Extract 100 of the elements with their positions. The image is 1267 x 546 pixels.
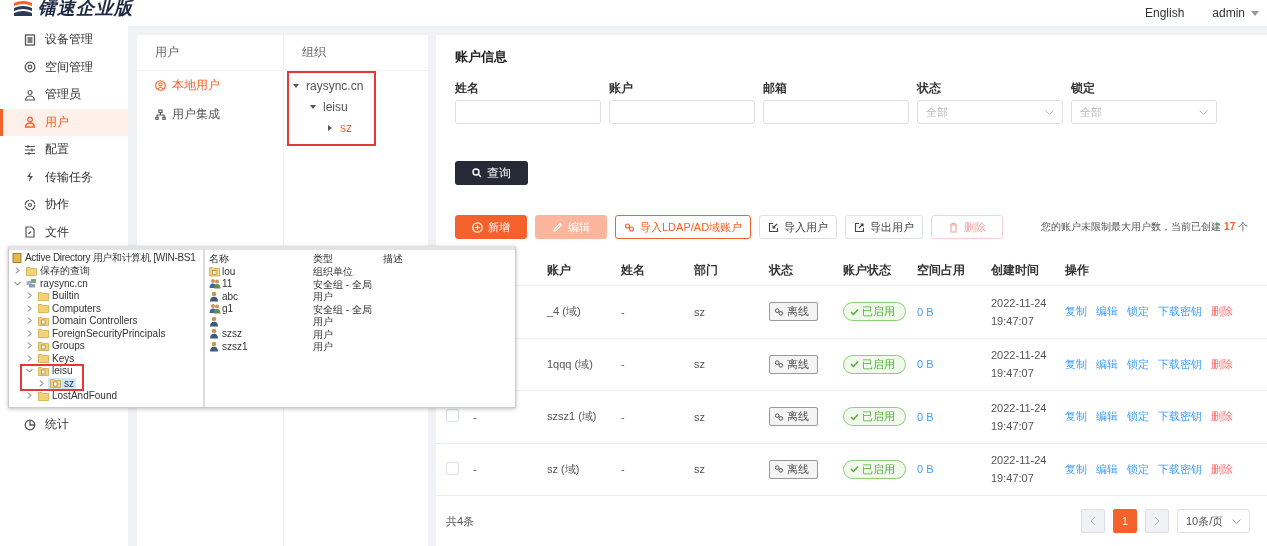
directory-entry[interactable]: 11 — [209, 278, 233, 290]
directory-entry[interactable]: lou — [209, 265, 236, 277]
page-size-select[interactable]: 10条/页 — [1177, 509, 1250, 533]
toolbar-button[interactable]: 导出用户 — [845, 215, 924, 239]
tree-node[interactable]: Keys — [36, 352, 77, 364]
tree-node[interactable]: raysync.cn — [24, 277, 90, 289]
folder-icon — [38, 328, 49, 339]
sidebar-item[interactable]: 文件 — [0, 218, 128, 246]
total-count: 共4条 — [446, 513, 475, 529]
folder-icon — [38, 290, 49, 301]
pie-chart-icon — [24, 418, 36, 431]
column-header: 描述 — [383, 252, 404, 266]
menu-item-icon — [24, 143, 36, 156]
tree-node[interactable]: leisu — [323, 99, 348, 114]
input-field[interactable] — [763, 100, 909, 124]
sidebar-item[interactable]: 空间管理 — [0, 53, 128, 81]
caret-icon[interactable] — [310, 103, 316, 110]
table-cell: - — [473, 410, 477, 423]
expand-icon[interactable] — [26, 354, 33, 362]
status-tag: 离线 — [769, 459, 818, 479]
row-checkbox[interactable] — [446, 409, 459, 423]
chevron-left-icon — [1090, 516, 1096, 526]
chevron-down-icon — [1045, 109, 1054, 115]
panel-title: 用户 — [155, 44, 179, 61]
status-tag: 离线 — [769, 407, 818, 427]
folder-icon — [26, 265, 37, 276]
entry-type: 用户 — [313, 291, 333, 303]
created-time: 2022-11-24 19:47:07 — [991, 296, 1047, 327]
expand-icon[interactable] — [38, 379, 45, 387]
table-cell: - — [621, 358, 625, 371]
user-icon — [209, 328, 221, 340]
user-icon — [209, 315, 221, 327]
sidebar-item[interactable]: 管理员 — [0, 81, 128, 109]
directory-entry[interactable]: abc — [209, 290, 239, 302]
tree-node[interactable]: LostAndFound — [36, 390, 120, 402]
sidebar-item[interactable]: 配置 — [0, 136, 128, 164]
caret-icon[interactable] — [293, 82, 299, 89]
sidebar-item[interactable]: 协作 — [0, 191, 128, 219]
tree-node[interactable]: 保存的查询 — [24, 263, 92, 278]
directory-entry[interactable]: szsz1 — [209, 340, 248, 352]
expand-icon[interactable] — [26, 367, 33, 375]
column-header: 账户 — [547, 261, 572, 279]
menu-item-icon — [24, 198, 36, 211]
row-checkbox[interactable] — [446, 461, 459, 475]
expand-icon[interactable] — [26, 342, 33, 350]
directory-entry[interactable] — [209, 315, 221, 327]
toolbar-button[interactable]: 导入用户 — [759, 215, 838, 239]
tree-node[interactable]: leisu — [36, 365, 75, 377]
tree-node[interactable]: ForeignSecurityPrincipals — [36, 327, 168, 339]
sidebar-item[interactable]: 统计 — [0, 411, 128, 439]
chevron-down-icon — [1232, 518, 1241, 524]
tree-node[interactable]: Domain Controllers — [36, 315, 140, 327]
expand-icon[interactable] — [26, 392, 33, 400]
user-source-item[interactable]: 用户集成 — [137, 100, 283, 129]
department-cell: sz — [694, 410, 705, 423]
caret-icon[interactable] — [327, 124, 333, 131]
trash-icon — [948, 221, 960, 233]
folder-icon — [38, 365, 49, 376]
sidebar-item[interactable]: 设备管理 — [0, 26, 128, 54]
expand-icon[interactable] — [26, 317, 33, 325]
search-button[interactable]: 查询 — [455, 161, 528, 185]
caret-icon — [1251, 10, 1259, 16]
check-icon — [850, 307, 859, 316]
check-icon — [850, 360, 859, 369]
pencil-icon — [552, 221, 563, 233]
panel-title: 组织 — [302, 44, 326, 61]
input-field[interactable] — [609, 100, 755, 124]
menu-item-icon — [24, 226, 36, 239]
status-tag: 离线 — [769, 302, 818, 322]
expand-icon[interactable] — [26, 292, 33, 300]
folder-icon — [50, 378, 61, 389]
user-menu[interactable]: admin — [1212, 6, 1245, 20]
tree-node[interactable]: sz — [48, 377, 76, 389]
table-cell: - — [621, 305, 625, 318]
directory-entry[interactable]: szsz — [209, 328, 242, 340]
menu-item-icon — [24, 171, 36, 184]
department-cell: sz — [694, 463, 705, 476]
book-icon — [12, 253, 22, 264]
input-field[interactable] — [455, 100, 601, 124]
folder-icon — [38, 353, 49, 364]
check-icon — [850, 412, 859, 421]
tree-node[interactable]: Groups — [36, 340, 87, 352]
language-link[interactable]: English — [1144, 6, 1185, 20]
tree-node[interactable]: raysync.cn — [306, 78, 364, 93]
hierarchy-icon — [155, 109, 166, 120]
user-icon — [209, 290, 221, 302]
expand-icon[interactable] — [26, 304, 33, 312]
tree-node[interactable]: Computers — [36, 302, 103, 314]
entry-type: 用户 — [313, 328, 333, 340]
column-header: 创建时间 — [991, 261, 1040, 279]
sidebar-item[interactable]: 传输任务 — [0, 163, 128, 191]
entry-type: 用户 — [313, 316, 333, 328]
tree-node[interactable]: Builtin — [36, 290, 82, 302]
column-header: 名称 — [209, 252, 230, 266]
expand-icon[interactable] — [26, 329, 33, 337]
directory-entry[interactable]: g1 — [209, 303, 234, 315]
expand-icon[interactable] — [14, 267, 21, 275]
link-icon — [774, 464, 784, 475]
menu-item-icon — [24, 61, 36, 74]
expand-icon[interactable] — [14, 279, 21, 287]
